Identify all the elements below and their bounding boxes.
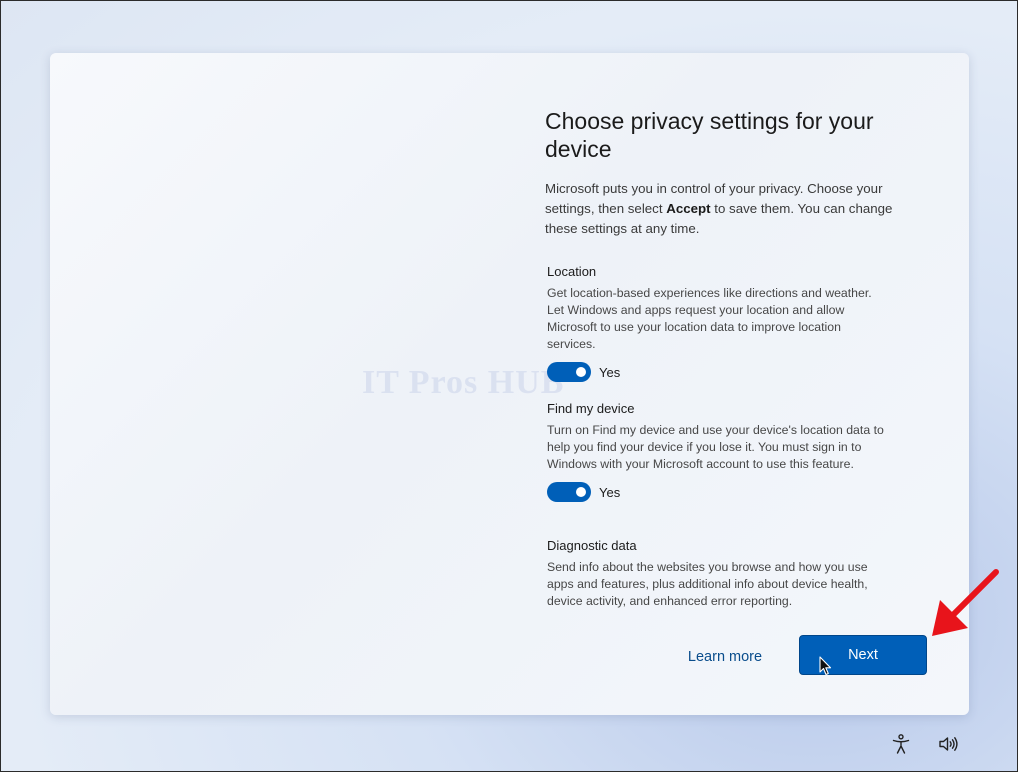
watermark: IT Pros HUB — [362, 364, 565, 401]
find-my-device-toggle[interactable] — [547, 482, 591, 502]
settings-scroll-area[interactable]: Location Get location-based experiences … — [547, 263, 887, 609]
page-title: Choose privacy settings for your device — [545, 108, 874, 162]
setting-find-my-device-title: Find my device — [547, 401, 635, 416]
setting-diagnostic-data-description: Send info about the websites you browse … — [547, 560, 868, 608]
intro-text: Microsoft puts you in control of your pr… — [545, 179, 910, 239]
setting-location-description: Get location-based experiences like dire… — [547, 286, 872, 351]
find-my-device-toggle-row: Yes — [547, 482, 887, 502]
setting-location-title: Location — [547, 264, 597, 279]
location-toggle[interactable] — [547, 362, 591, 382]
intro-text-accept: Accept — [666, 201, 711, 216]
find-my-device-toggle-label: Yes — [599, 484, 621, 500]
volume-icon[interactable] — [937, 733, 959, 755]
accessibility-icon[interactable] — [890, 733, 912, 755]
toggle-knob — [576, 367, 586, 377]
toggle-knob — [576, 487, 586, 497]
setting-diagnostic-data-title: Diagnostic data — [547, 538, 637, 553]
setting-diagnostic-data: Diagnostic data Send info about the webs… — [547, 537, 887, 609]
setting-find-my-device: Find my device Turn on Find my device an… — [547, 400, 887, 502]
learn-more-link[interactable]: Learn more — [672, 644, 778, 670]
location-toggle-row: Yes — [547, 362, 887, 382]
setting-location: Location Get location-based experiences … — [547, 263, 887, 382]
setting-find-my-device-description: Turn on Find my device and use your devi… — [547, 423, 884, 471]
location-toggle-label: Yes — [599, 364, 621, 380]
red-arrow-icon — [932, 569, 999, 636]
mouse-cursor-icon — [819, 656, 832, 676]
